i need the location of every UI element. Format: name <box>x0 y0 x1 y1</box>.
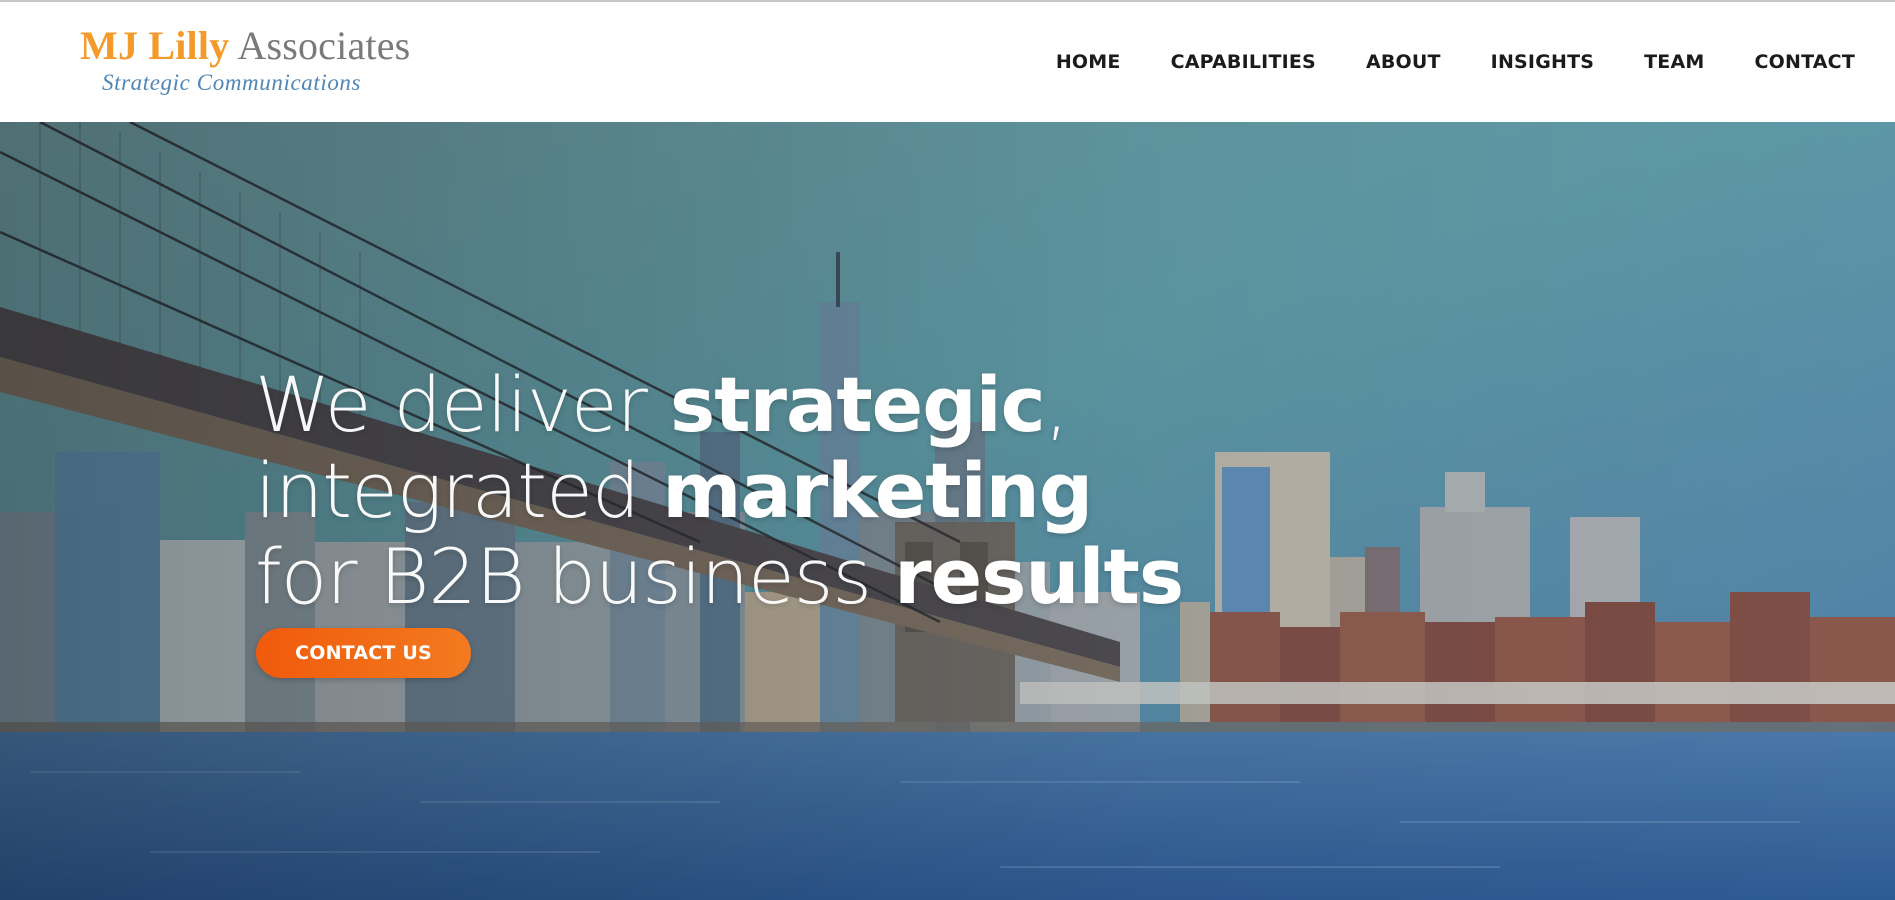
logo-name-rest: Associates <box>229 23 411 68</box>
headline-line-2-light: integrated <box>255 446 663 535</box>
nav-team[interactable]: TEAM <box>1644 51 1704 73</box>
nav-capabilities[interactable]: CAPABILITIES <box>1171 51 1316 73</box>
hero-headline: We deliver strategic, integrated marketi… <box>255 362 1184 621</box>
hero-banner: We deliver strategic, integrated marketi… <box>0 122 1895 900</box>
nav-insights[interactable]: INSIGHTS <box>1491 51 1594 73</box>
nav-contact[interactable]: CONTACT <box>1755 51 1856 73</box>
headline-line-1-tail: , <box>1044 360 1069 449</box>
contact-us-button[interactable]: CONTACT US <box>256 628 471 678</box>
brand-logo[interactable]: MJ Lilly Associates Strategic Communicat… <box>80 24 420 114</box>
site-header: MJ Lilly Associates Strategic Communicat… <box>0 2 1895 122</box>
logo-tagline: Strategic Communications <box>102 70 362 95</box>
headline-line-3-light: for B2B business <box>255 532 895 621</box>
headline-line-3-bold: results <box>894 532 1184 621</box>
nav-about[interactable]: ABOUT <box>1366 51 1441 73</box>
nav-home[interactable]: HOME <box>1056 51 1121 73</box>
headline-line-1-light: We deliver <box>255 360 670 449</box>
logo-name-highlight: MJ Lilly <box>80 23 230 68</box>
headline-line-1-bold: strategic <box>669 360 1046 449</box>
headline-line-2-bold: marketing <box>662 446 1093 535</box>
logo-wordmark: MJ Lilly Associates <box>80 24 420 68</box>
headline-line-3: for B2B business results <box>255 532 1184 621</box>
headline-line-1: We deliver strategic, <box>255 362 1183 448</box>
headline-line-2: integrated marketing <box>255 448 1183 534</box>
main-nav: HOME CAPABILITIES ABOUT INSIGHTS TEAM CO… <box>1006 2 1855 122</box>
